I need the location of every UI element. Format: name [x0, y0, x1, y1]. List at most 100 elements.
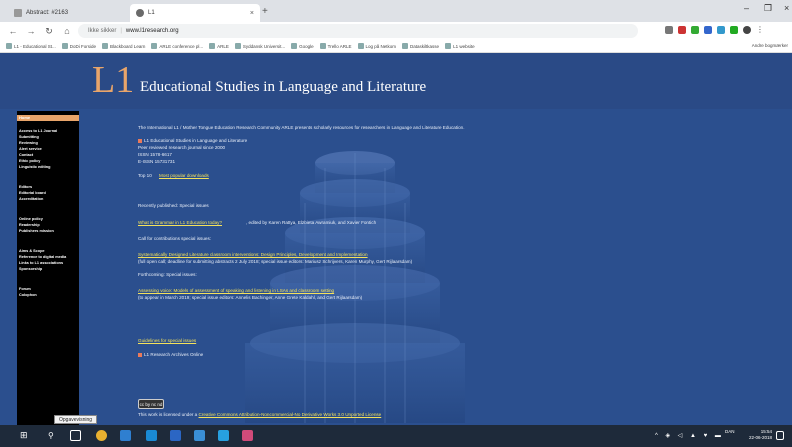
bookmark-item[interactable]: L1 - Educational St...	[6, 43, 56, 49]
close-tab-icon[interactable]: ×	[250, 10, 254, 17]
word-icon[interactable]	[170, 430, 181, 441]
sidebar-item[interactable]: Submitting	[19, 135, 39, 139]
maximize-icon[interactable]: ❐	[764, 3, 772, 14]
sidebar-item[interactable]: Contact	[19, 153, 33, 157]
bookmark-icon	[61, 43, 68, 49]
sidebar-item[interactable]: Colophon	[19, 293, 37, 297]
license-link[interactable]: Creative Commons Attribution-Noncommerci…	[199, 412, 382, 417]
home-icon[interactable]: ⌂	[62, 26, 72, 36]
forward-icon[interactable]: →	[26, 26, 36, 36]
windows-taskbar: ⊞ ⚲ ^ ◈ ◁ ▲ ♥ ▬ DAN 15:54 22-06-2018	[0, 425, 792, 447]
task-view-icon[interactable]	[70, 430, 81, 441]
bookmark-item[interactable]: DoDi Forside	[61, 43, 97, 49]
sidebar-item-home[interactable]: Home	[17, 115, 79, 121]
bookmark-item[interactable]: Dataskiltkasse	[402, 43, 439, 49]
back-icon[interactable]: ←	[8, 26, 18, 36]
store-icon[interactable]	[120, 430, 131, 441]
menu-icon[interactable]: ⋮	[756, 26, 764, 34]
system-tray-icons[interactable]: ^ ◈ ◁ ▲ ♥ ▬	[655, 432, 724, 439]
sidebar-item[interactable]: Reviewing	[19, 141, 38, 145]
bookmark-item[interactable]: Syddansk Universit...	[234, 43, 286, 49]
forthcoming-issue-link[interactable]: Assessing voice: Models of assessment of…	[138, 288, 334, 293]
call-issue-link[interactable]: Systematically Designed Literature class…	[138, 252, 368, 257]
search-icon[interactable]: ⚲	[48, 430, 59, 441]
sidebar-item[interactable]: Publishers mission	[19, 229, 54, 233]
new-tab-button[interactable]: +	[262, 6, 268, 17]
bookmark-item[interactable]: Google	[291, 43, 314, 49]
globe-icon	[136, 9, 144, 17]
reload-icon[interactable]: ↻	[44, 26, 54, 37]
bookmark-icon	[6, 43, 12, 49]
skype-icon[interactable]	[218, 430, 229, 441]
page-favicon-icon	[14, 9, 22, 17]
sidebar-item[interactable]: Alert service	[19, 147, 42, 151]
extension-icon[interactable]	[678, 26, 686, 34]
windows-start-icon[interactable]: ⊞	[20, 430, 31, 441]
bookmark-item[interactable]: ARLE	[209, 43, 229, 49]
star-icon[interactable]	[665, 26, 673, 34]
edge-icon[interactable]	[146, 430, 157, 441]
bookmark-icon	[151, 43, 158, 49]
site-logo[interactable]: L1	[92, 61, 134, 99]
sidebar-item[interactable]: Accreditation	[19, 197, 43, 201]
guidelines-link[interactable]: Guidelines for special issues	[138, 338, 196, 343]
security-indicator[interactable]: Ikke sikker	[88, 28, 116, 34]
clock[interactable]: 15:54 22-06-2018	[749, 429, 772, 441]
bookmark-item[interactable]: Log på Netkom	[357, 43, 396, 49]
sidebar-item[interactable]: Forum	[19, 287, 31, 291]
close-window-icon[interactable]: ×	[784, 3, 789, 13]
recent-issue-link[interactable]: What is Grammar in L1 Education today?	[138, 220, 222, 225]
profile-icon[interactable]	[743, 26, 751, 34]
browser-toolbar: ← → ↻ ⌂ Ikke sikker | www.l1research.org…	[0, 22, 792, 40]
journal-name-line: L1 Educational Studies in Language and L…	[138, 138, 247, 143]
address-bar[interactable]: Ikke sikker | www.l1research.org	[78, 24, 638, 38]
sidebar-item[interactable]: Editorial board	[19, 191, 46, 195]
bookmark-label: Dataskiltkasse	[410, 43, 440, 49]
browser-tab-bar: Abstract: #2163 × L1 × + – ❐ ×	[0, 0, 792, 22]
extension-icon[interactable]	[717, 26, 725, 34]
intro-text: The International L1 / Mother Tongue Edu…	[138, 125, 465, 130]
archives-line[interactable]: L1 Research Archives Online	[138, 352, 203, 357]
sidebar-item[interactable]: Editors	[19, 185, 32, 189]
extension-icon[interactable]	[730, 26, 738, 34]
eissn: E-ISSN 15731731	[138, 159, 176, 164]
sidebar-item[interactable]: Aims & Scope	[19, 249, 45, 253]
extension-icon[interactable]	[691, 26, 699, 34]
sidebar-item[interactable]: Reference to digital media	[19, 255, 66, 259]
bookmarks-bar: L1 - Educational St... DoDi Forside Blackb…	[0, 40, 792, 53]
extension-icon[interactable]	[704, 26, 712, 34]
app-icon[interactable]	[242, 430, 253, 441]
bookmark-icon	[291, 43, 298, 49]
bookmark-label: Syddansk Universit...	[242, 43, 286, 49]
top10-link[interactable]: Most popular downloads	[159, 173, 209, 178]
creative-commons-badge[interactable]: cc by nc nd	[138, 399, 164, 409]
license-line: This work is licensed under a Creative C…	[138, 412, 382, 417]
bookmark-icon	[445, 43, 452, 49]
sidebar-item[interactable]: Links to L1 associations	[19, 261, 63, 265]
top10-label: Top 10	[138, 173, 152, 178]
bookmark-label: DoDi Forside	[69, 43, 97, 49]
bookmark-item[interactable]: ARLE conference pl...	[151, 43, 203, 49]
bookmark-icon	[319, 43, 326, 49]
minimize-icon[interactable]: –	[744, 3, 749, 13]
notifications-icon[interactable]	[776, 431, 784, 440]
bookmark-item[interactable]: L1 website	[445, 43, 475, 49]
chrome-icon[interactable]	[96, 430, 107, 441]
tab-l1[interactable]: L1 ×	[130, 4, 260, 22]
language-indicator[interactable]: DAN	[725, 429, 735, 435]
sidebar-item[interactable]: Ethic policy	[19, 159, 40, 163]
bookmark-label: Trello ARLE	[327, 43, 352, 49]
sidebar-item[interactable]: Readership	[19, 223, 40, 227]
bookmark-item[interactable]: Trello ARLE	[319, 43, 352, 49]
sidebar-item[interactable]: Sponsorship	[19, 267, 42, 271]
bullet-square-icon	[138, 138, 142, 143]
sidebar-item[interactable]: Online policy	[19, 217, 43, 221]
file-explorer-icon[interactable]	[194, 430, 205, 441]
other-bookmarks[interactable]: Andre bogmærker	[752, 43, 788, 48]
clock-date: 22-06-2018	[748, 435, 772, 440]
bookmark-item[interactable]: Blackboard Learn	[102, 43, 145, 49]
forthcoming-label: Forthcoming: Special issues:	[138, 272, 197, 277]
sidebar-item[interactable]: Access to L1 Journal	[19, 129, 57, 133]
recent-issue-editors: , edited by Karen Rattya, Elzbieta Awram…	[246, 220, 377, 225]
sidebar-item[interactable]: Linguistic editing	[19, 165, 50, 169]
